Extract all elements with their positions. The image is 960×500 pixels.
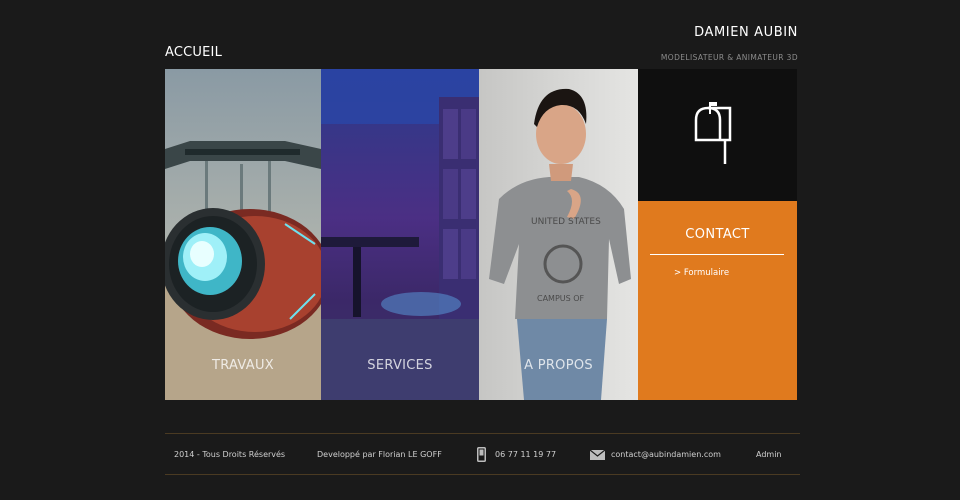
contact-form-link[interactable]: > Formulaire [674,268,729,278]
panel-label-services[interactable]: SERVICES [321,358,479,373]
mailbox-icon [694,102,732,164]
robot-render-image [165,141,321,400]
email-link[interactable]: contact@aubindamien.com [611,450,721,459]
phone-number[interactable]: 06 77 11 19 77 [495,450,556,459]
envelope-icon [590,450,605,460]
panel-travaux[interactable]: TRAVAUX [165,69,321,400]
phone-icon [477,447,486,462]
panel-label-apropos[interactable]: A PROPOS [479,358,638,373]
svg-text:CAMPUS OF: CAMPUS OF [537,294,585,303]
contact-title[interactable]: CONTACT [638,227,797,242]
navigation-panels: TRAVAUX SERVICES UNITED STATES CAMPUS OF… [165,69,797,400]
page-title: ACCUEIL [165,45,223,60]
copyright-text: 2014 - Tous Droits Réservés [174,450,286,459]
brand-name[interactable]: DAMIEN AUBIN [661,25,798,40]
developer-credit: Developpé par Florian LE GOFF [317,450,442,459]
interior-render-image [321,69,479,400]
panel-services[interactable]: SERVICES [321,69,479,400]
footer-divider-bottom [165,474,800,475]
brand: DAMIEN AUBIN MODELISATEUR & ANIMATEUR 3D [661,25,798,62]
panel-contact[interactable]: CONTACT > Formulaire [638,69,797,400]
divider [650,254,784,255]
svg-text:UNITED STATES: UNITED STATES [531,217,601,227]
panel-apropos[interactable]: UNITED STATES CAMPUS OF A PROPOS [479,69,638,400]
admin-link[interactable]: Admin [756,450,782,459]
contact-box[interactable]: CONTACT > Formulaire [638,201,797,400]
brand-subtitle: MODELISATEUR & ANIMATEUR 3D [660,53,798,62]
portrait-photo: UNITED STATES CAMPUS OF [489,88,631,400]
footer: 2014 - Tous Droits Réservés Developpé pa… [165,434,800,474]
panel-label-travaux[interactable]: TRAVAUX [165,358,321,373]
